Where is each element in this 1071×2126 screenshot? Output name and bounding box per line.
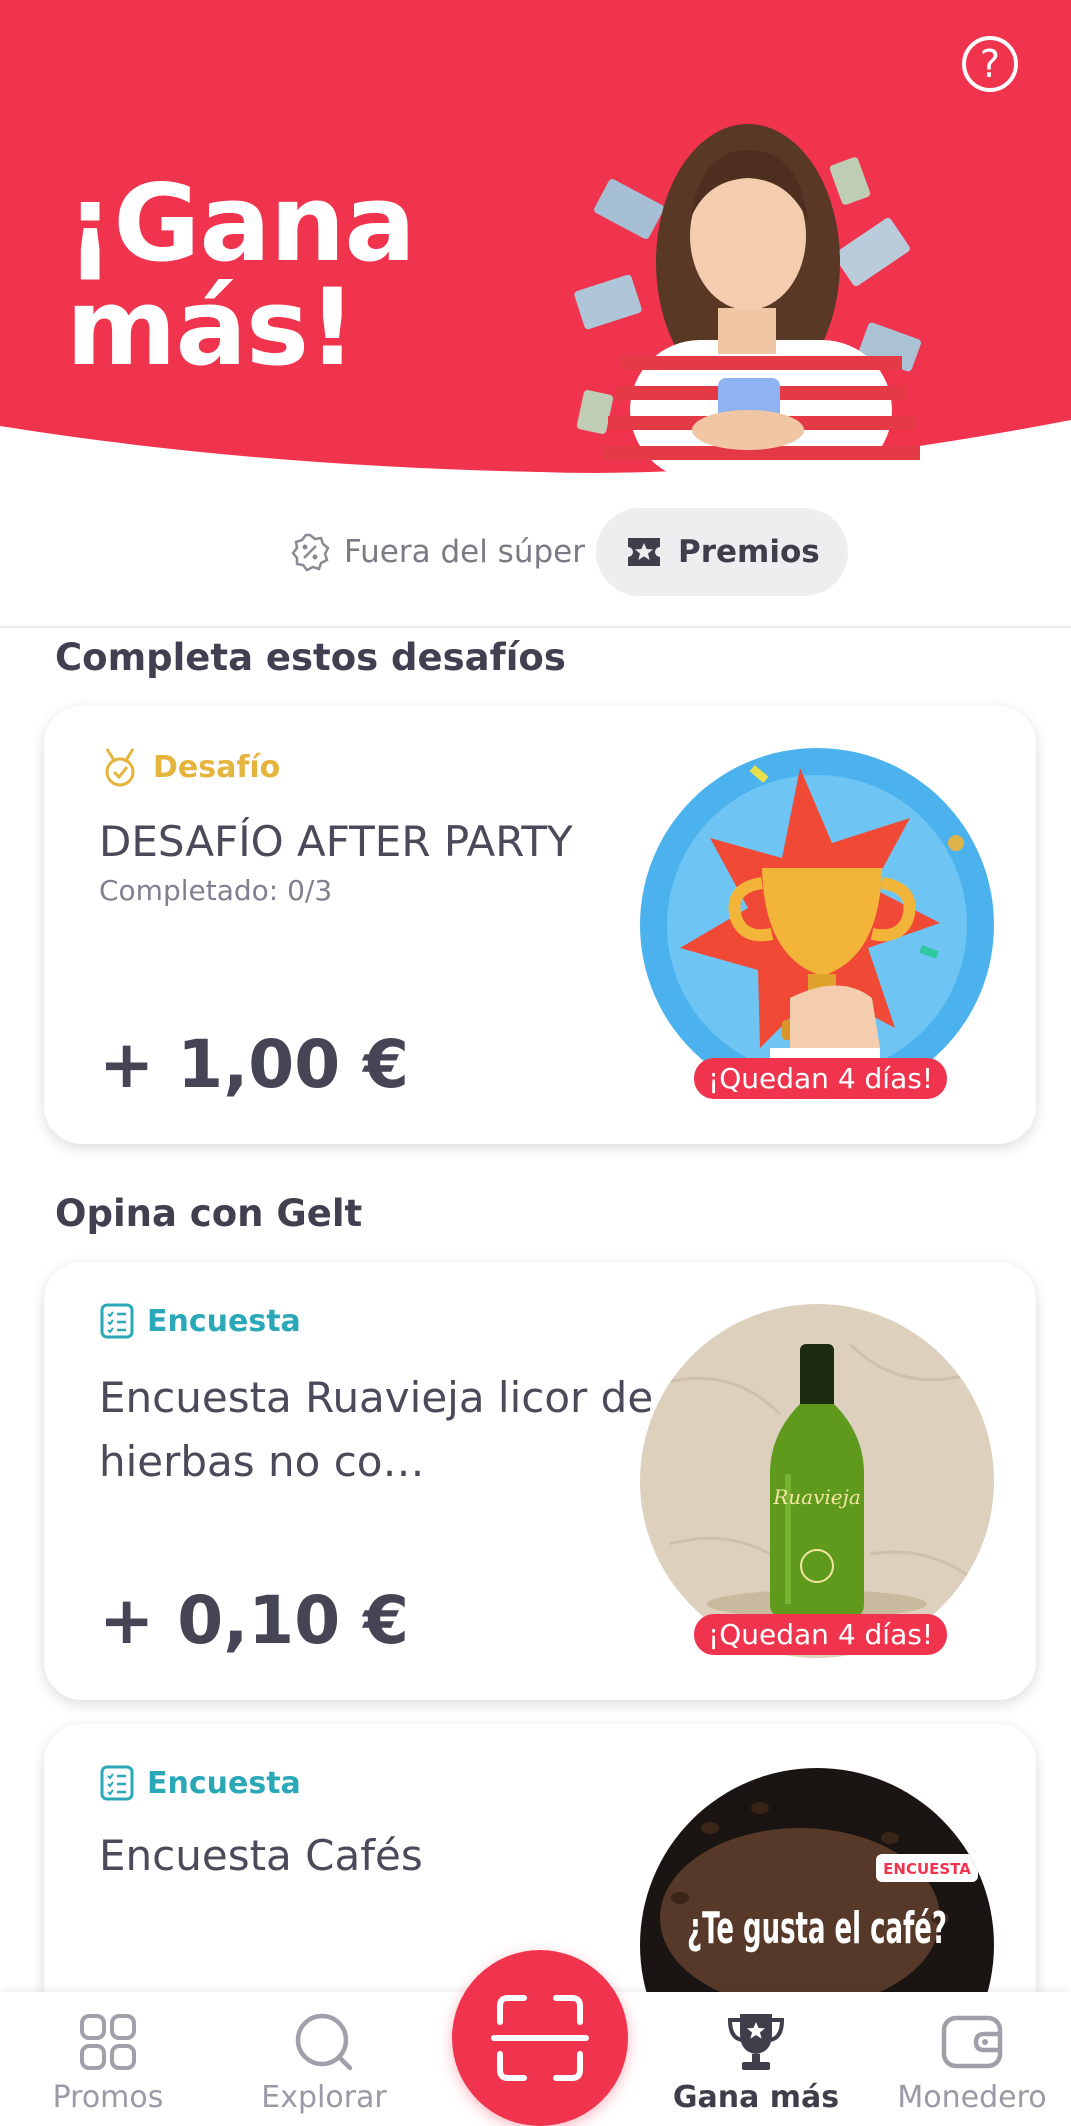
hero-banner: ¡Gana más! ? [0,0,1071,480]
grid-icon [80,2014,136,2070]
tab-fuera-del-super[interactable]: Fuera del súper [290,508,585,596]
scan-button[interactable] [452,1950,628,2126]
tab-premios[interactable]: Premios [596,508,848,596]
trophy-icon [727,2014,785,2070]
card-tag-label: Desafío [153,749,281,785]
medal-icon [105,748,135,787]
tab-bar: Fuera del súper Premios [0,480,1071,628]
nav-item-explorar[interactable]: Explorar [224,2010,424,2115]
section-title-challenges: Completa estos desafíos [55,636,566,679]
nav-label: Explorar [261,2080,387,2115]
card-title: DESAFÍO AFTER PARTY [99,817,573,866]
card-title: Encuesta Cafés [99,1831,423,1880]
tab-label: Fuera del súper [344,534,585,570]
wallet-icon [941,2015,1003,2069]
card-reward-amount: + 0,10 € [99,1582,410,1659]
scan-icon [491,1995,589,2081]
card-tag-label: Encuesta [147,1303,301,1339]
search-icon [295,2013,353,2071]
survey-image-label: ENCUESTA [883,1860,971,1878]
help-button[interactable]: ? [962,36,1018,92]
days-left-badge: ¡Quedan 4 días! [694,1614,948,1655]
liqueur-bottle-image: Ruavieja [640,1304,994,1658]
nav-item-gana-mas[interactable]: Gana más [656,2010,856,2115]
card-title: Encuesta Ruavieja licor de hierbas no co… [99,1373,654,1486]
section-title-surveys: Opina con Gelt [55,1192,363,1235]
card-tag: Encuesta [99,1764,301,1802]
card-tag: Encuesta [99,1302,301,1340]
nav-label: Promos [52,2080,164,2115]
help-circle-icon: ? [979,42,1001,86]
survey-card[interactable]: Encuesta Encuesta Ruavieja licor de hier… [44,1262,1036,1700]
trophy-image [640,748,994,1102]
nav-label: Monedero [897,2080,1047,2115]
challenge-card[interactable]: Desafío DESAFÍO AFTER PARTY Completado: … [44,706,1036,1144]
hero-title: ¡Gana más! [66,162,416,389]
nav-item-promos[interactable]: Promos [8,2010,208,2115]
card-tag: Desafío [99,746,280,788]
survey-list-icon [100,1765,134,1801]
percent-badge-icon [291,533,330,572]
tab-label: Premios [678,534,820,570]
nav-label: Gana más [672,2080,840,2115]
survey-list-icon [100,1303,134,1339]
card-progress: Completado: 0/3 [99,874,333,907]
nav-item-monedero[interactable]: Monedero [872,2010,1071,2115]
card-reward-amount: + 1,00 € [99,1026,410,1103]
card-tag-label: Encuesta [147,1765,301,1801]
coffee-image-text: ¿Te gusta el café? [687,1903,947,1954]
bottle-label-text: Ruavieja [772,1485,861,1509]
days-left-badge: ¡Quedan 4 días! [694,1058,948,1099]
ticket-star-icon [628,538,660,566]
